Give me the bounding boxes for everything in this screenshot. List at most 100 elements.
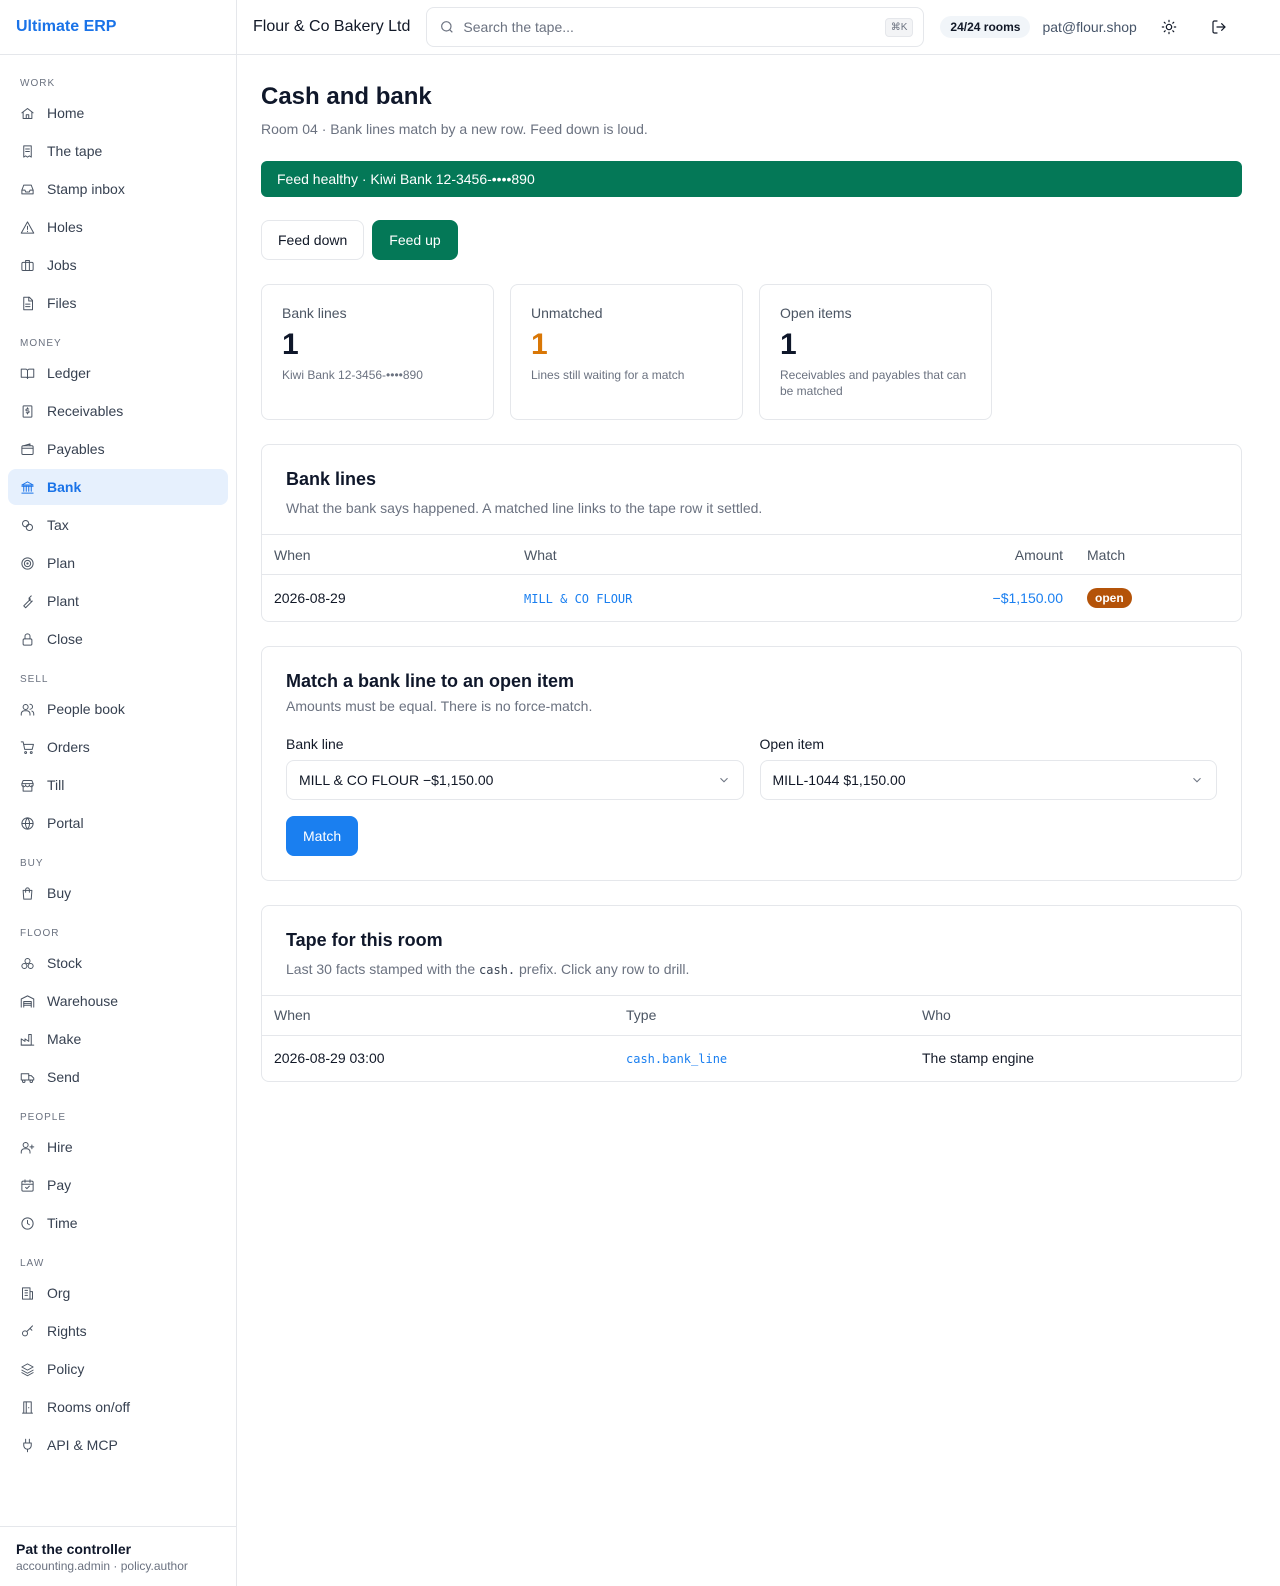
sidebar-item-policy[interactable]: Policy (8, 1351, 228, 1387)
plug-icon (23, 1438, 32, 1452)
key-icon (22, 1324, 33, 1336)
sidebar-item-files[interactable]: Files (8, 285, 228, 321)
sidebar-item-label: Stock (47, 955, 83, 971)
card-subtitle: Last 30 facts stamped with the cash. pre… (286, 961, 1217, 977)
sidebar-item-buy[interactable]: Buy (8, 875, 228, 911)
sidebar-item-label: People book (47, 701, 125, 717)
sidebar-item-org[interactable]: Org (8, 1275, 228, 1311)
sidebar-item-label: Make (47, 1031, 82, 1047)
sidebar-item-label: Rights (47, 1323, 87, 1339)
section-label: BUY (20, 858, 44, 869)
store-icon (21, 779, 34, 792)
search-input[interactable] (463, 19, 885, 35)
sidebar: Ultimate ERP WORK Home The tape Stamp inbox… (0, 0, 237, 1586)
section-label: SELL (20, 674, 49, 685)
sidebar-item-holes[interactable]: Holes (8, 209, 228, 245)
sidebar-item-api-mcp[interactable]: API & MCP (8, 1427, 228, 1463)
chevron-down-icon (1193, 777, 1201, 782)
bank-lines-table: When What Amount Match 2026-08-29 MILL &… (262, 534, 1241, 621)
chevron-down-icon (719, 777, 728, 782)
tape-type-link[interactable]: cash.bank_line (626, 1052, 727, 1066)
column-header-what: What (512, 534, 841, 575)
sidebar-item-tax[interactable]: Tax (8, 507, 228, 543)
percent-icon (22, 519, 33, 531)
card-subtitle: Amounts must be equal. There is no force… (286, 697, 593, 714)
sidebar-item-label: Send (47, 1069, 80, 1085)
sidebar-item-make[interactable]: Make (8, 1021, 228, 1057)
bank-line-select[interactable]: MILL & CO FLOUR −$1,150.00 (286, 759, 744, 800)
tape-table: When Type Who 2026-08-29 03:00 cash.bank… (262, 994, 1241, 1082)
building-icon (22, 1286, 33, 1300)
feed-up-button[interactable]: Feed up (372, 220, 458, 260)
sidebar-item-the-tape[interactable]: The tape (8, 133, 228, 169)
stat-label: Open items (780, 305, 852, 321)
sidebar-item-rights[interactable]: Rights (8, 1313, 228, 1349)
sidebar-item-pay[interactable]: Pay (8, 1167, 228, 1203)
sidebar-item-till[interactable]: Till (8, 767, 228, 803)
bank-line-label: Bank line (286, 735, 344, 752)
sidebar-item-receivables[interactable]: Receivables (8, 393, 228, 429)
stat-value: 1 (282, 328, 299, 361)
sidebar-item-label: Payables (47, 441, 105, 457)
sidebar-item-label: Plan (47, 555, 76, 571)
card-title: Tape for this room (286, 929, 443, 950)
sidebar-item-time[interactable]: Time (8, 1205, 228, 1241)
card-title: Bank lines (286, 469, 377, 489)
feed-down-button[interactable]: Feed down (261, 220, 365, 260)
sidebar-item-orders[interactable]: Orders (8, 729, 228, 765)
warning-icon (20, 220, 35, 234)
sidebar-item-bank[interactable]: Bank (8, 469, 228, 505)
target-icon (21, 556, 34, 570)
card-subtitle: What the bank says happened. A matched l… (286, 500, 763, 516)
sidebar-item-payables[interactable]: Payables (8, 431, 228, 467)
brand-logo[interactable]: Ultimate ERP (0, 0, 236, 55)
sidebar-item-rooms-on-off[interactable]: Rooms on/off (8, 1389, 228, 1425)
sidebar-item-people-book[interactable]: People book (8, 691, 228, 727)
sidebar-item-label: Warehouse (47, 993, 119, 1009)
open-item-select[interactable]: MILL-1044 $1,150.00 (759, 759, 1217, 800)
match-button[interactable]: Match (286, 815, 359, 856)
briefcase-icon (21, 259, 34, 271)
sidebar-item-label: Org (47, 1285, 71, 1301)
sidebar-item-ledger[interactable]: Ledger (8, 355, 228, 391)
sidebar-item-home[interactable]: Home (8, 95, 228, 131)
clock-icon (21, 1216, 34, 1230)
card-title: Match a bank line to an open item (286, 670, 575, 691)
sidebar-item-label: Stamp inbox (47, 181, 125, 197)
table-row[interactable]: 2026-08-29 03:00 cash.bank_line The stam… (262, 1035, 1241, 1081)
search-box[interactable]: ⌘K (426, 7, 925, 47)
sidebar-item-send[interactable]: Send (8, 1059, 228, 1095)
stats-row: Bank lines 1 Kiwi Bank 12-3456-••••890 U… (261, 284, 1242, 420)
sidebar-item-portal[interactable]: Portal (8, 805, 228, 841)
layers-icon (21, 1362, 34, 1376)
status-badge: open (1087, 587, 1132, 608)
table-row[interactable]: 2026-08-29 MILL & CO FLOUR −$1,150.00 op… (262, 575, 1241, 621)
sidebar-item-close[interactable]: Close (8, 621, 228, 657)
bank-lines-card: Bank lines What the bank says happened. … (261, 444, 1242, 622)
user-roles: accounting.admin · policy.author (16, 1559, 188, 1573)
sidebar-item-label: API & MCP (47, 1437, 118, 1453)
bank-line-selected-value: MILL & CO FLOUR −$1,150.00 (299, 771, 494, 788)
sidebar-item-stamp-inbox[interactable]: Stamp inbox (8, 171, 228, 207)
tape-card: Tape for this room Last 30 facts stamped… (261, 904, 1242, 1082)
search-icon (441, 21, 454, 33)
stat-card-bank-lines: Bank lines 1 Kiwi Bank 12-3456-••••890 (261, 284, 494, 420)
sidebar-item-warehouse[interactable]: Warehouse (8, 983, 228, 1019)
bank-icon (21, 480, 34, 494)
logout-icon (1212, 20, 1226, 34)
sidebar-item-plan[interactable]: Plan (8, 545, 228, 581)
sidebar-item-label: Receivables (47, 403, 124, 419)
sidebar-item-hire[interactable]: Hire (8, 1129, 228, 1165)
section-label: LAW (20, 1258, 45, 1269)
logout-button[interactable] (1203, 11, 1235, 43)
user-card[interactable]: Pat the controller accounting.admin · po… (0, 1526, 236, 1586)
bank-line-link[interactable]: MILL & CO FLOUR (524, 592, 632, 606)
sidebar-item-stock[interactable]: Stock (8, 945, 228, 981)
cell-amount: −$1,150.00 (992, 589, 1063, 606)
theme-toggle-button[interactable] (1153, 11, 1185, 43)
sun-icon (1161, 19, 1177, 35)
sidebar-item-jobs[interactable]: Jobs (8, 247, 228, 283)
sidebar-item-plant[interactable]: Plant (8, 583, 228, 619)
page-title: Cash and bank (261, 83, 432, 110)
sidebar-item-label: Plant (47, 593, 79, 609)
